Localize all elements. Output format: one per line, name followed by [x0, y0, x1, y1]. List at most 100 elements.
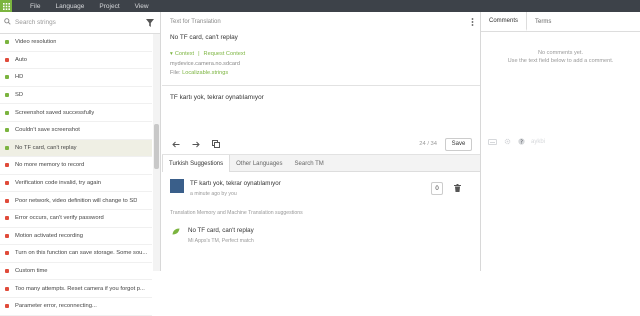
status-dot-icon [5, 181, 9, 186]
list-item[interactable]: No TF card, can't replay [0, 139, 152, 158]
tab-turkish-suggestions[interactable]: Turkish Suggestions [162, 155, 231, 172]
list-item-label: Verification code invalid, try again [15, 180, 102, 187]
char-counter: 24 / 34 [419, 141, 437, 147]
list-item[interactable]: Poor network, video definition will chan… [0, 192, 152, 210]
list-item-label: Auto [15, 56, 27, 63]
tm-meta: Mi Apps's TM, Perfect match [188, 238, 254, 244]
menu-project[interactable]: Project [99, 3, 119, 10]
status-dot-icon [5, 251, 9, 256]
tab-other-languages[interactable]: Other Languages [230, 155, 288, 172]
more-options-icon[interactable] [471, 18, 474, 26]
divider [162, 85, 480, 86]
tab-terms[interactable]: Terms [527, 12, 559, 31]
status-dot-icon [5, 286, 9, 291]
empty-line-1: No comments yet. [537, 50, 584, 56]
suggestion-text: TF kartı yok, tekrar oynatılamıyor [190, 180, 281, 187]
avatar [170, 179, 184, 193]
list-item[interactable]: Verification code invalid, try again [0, 175, 152, 193]
filter-icon[interactable] [146, 18, 154, 27]
status-dot-icon [5, 93, 9, 98]
list-item[interactable]: Couldn't save screenshot [0, 122, 152, 140]
menu-file[interactable]: File [30, 3, 40, 10]
list-item-label: Couldn't save screenshot [15, 127, 80, 134]
tab-search-tm[interactable]: Search TM [289, 155, 330, 172]
copy-source-icon[interactable] [212, 140, 220, 148]
editor-panel: Text for Translation No TF card, can't r… [162, 12, 480, 271]
list-item[interactable]: Auto [0, 52, 152, 70]
save-button[interactable]: Save [445, 137, 472, 151]
list-item[interactable]: Turn on this function can save storage. … [0, 245, 152, 263]
editor-header: Text for Translation [170, 19, 221, 25]
trash-icon[interactable] [454, 184, 461, 192]
status-dot-icon [5, 128, 9, 133]
status-dot-icon [5, 304, 9, 309]
strings-sidebar: Search strings Video resolution Auto HD SD S… [0, 12, 161, 316]
list-item[interactable]: No more memory to record [0, 157, 152, 175]
menu-view[interactable]: View [135, 3, 149, 10]
tm-note: Translation Memory and Machine Translati… [170, 210, 303, 216]
list-item-label: Custom time [15, 268, 48, 275]
status-dot-icon [5, 110, 9, 115]
list-item[interactable]: Screenshot saved successfully [0, 104, 152, 122]
file-label: File: [170, 70, 181, 76]
string-key: mydevice.camera.no.sdcard [170, 61, 240, 67]
list-item-label: No more memory to record [15, 162, 85, 169]
caret-down-icon: ▾ [170, 51, 173, 57]
list-item-label: Error occurs, can't verify password [15, 215, 104, 222]
list-item-label: Motion activated recording [15, 232, 83, 239]
file-link[interactable]: Localizable.strings [182, 70, 228, 76]
request-context-link[interactable]: Request Context [204, 51, 246, 57]
status-dot-icon [5, 75, 9, 80]
source-text: No TF card, can't replay [170, 34, 238, 41]
list-item[interactable]: Error occurs, can't verify password [0, 210, 152, 228]
list-item[interactable]: Parameter error, reconnecting... [0, 298, 152, 316]
list-item-label: No TF card, can't replay [15, 144, 77, 151]
list-item[interactable]: Video resolution [0, 34, 152, 52]
translation-input[interactable]: TF kartı yok, tekrar oynatılamıyor [170, 94, 264, 101]
string-list: Video resolution Auto HD SD Screenshot saved… [0, 34, 152, 316]
suggestion-meta: a minute ago by you [190, 191, 237, 197]
status-dot-icon [5, 57, 9, 62]
status-dot-icon [5, 269, 9, 274]
search-bar: Search strings [0, 12, 160, 34]
status-dot-icon [5, 216, 9, 221]
suggestion-tabs: Turkish Suggestions Other Languages Sear… [162, 155, 480, 172]
list-item-label: SD [15, 92, 24, 99]
status-dot-icon [5, 163, 9, 168]
list-item-label: HD [15, 74, 24, 81]
search-icon [4, 18, 11, 27]
list-item[interactable]: Too many attempts. Reset camera if you f… [0, 280, 152, 298]
list-item-label: Too many attempts. Reset camera if you f… [15, 285, 145, 292]
list-item-label: Video resolution [15, 39, 57, 46]
editor-toolbar: 24 / 34 Save [162, 134, 480, 154]
arrow-right-icon[interactable] [192, 141, 200, 148]
menu-language[interactable]: Language [55, 3, 84, 10]
tab-comments[interactable]: Comments [481, 12, 528, 31]
status-dot-icon [5, 233, 9, 238]
comments-panel: Comments Terms No comments yet. Use the … [480, 12, 640, 271]
app-grid-icon[interactable] [0, 0, 12, 12]
list-item[interactable]: Custom time [0, 263, 152, 281]
status-dot-icon [5, 198, 9, 203]
empty-comments: No comments yet. Use the text field belo… [481, 49, 640, 65]
status-dot-icon [5, 40, 9, 45]
list-item-label: Screenshot saved successfully [15, 109, 95, 116]
list-item-label: Poor network, video definition will chan… [15, 197, 138, 204]
list-item[interactable]: HD [0, 69, 152, 87]
context-toggle[interactable]: Context [175, 51, 194, 57]
tm-text: No TF card, can't replay [188, 227, 254, 234]
arrow-left-icon[interactable] [172, 141, 180, 148]
vote-button[interactable]: 0 [431, 182, 443, 195]
list-item[interactable]: Motion activated recording [0, 228, 152, 246]
scrollbar[interactable] [153, 34, 160, 271]
leaf-icon [172, 228, 180, 235]
tm-suggestion-item[interactable]: No TF card, can't replay Mi Apps's TM, P… [162, 224, 480, 252]
search-input[interactable]: Search strings [15, 19, 56, 26]
scrollbar-thumb[interactable] [154, 124, 159, 169]
list-item-label: Turn on this function can save storage. … [15, 250, 148, 257]
empty-line-2: Use the text field below to add a commen… [507, 58, 614, 64]
status-dot-icon [5, 145, 9, 150]
list-item[interactable]: SD [0, 87, 152, 105]
top-menu-bar: File Language Project View ? aykbi [0, 0, 640, 271]
suggestion-item[interactable]: TF kartı yok, tekrar oynatılamıyor a min… [162, 177, 480, 205]
